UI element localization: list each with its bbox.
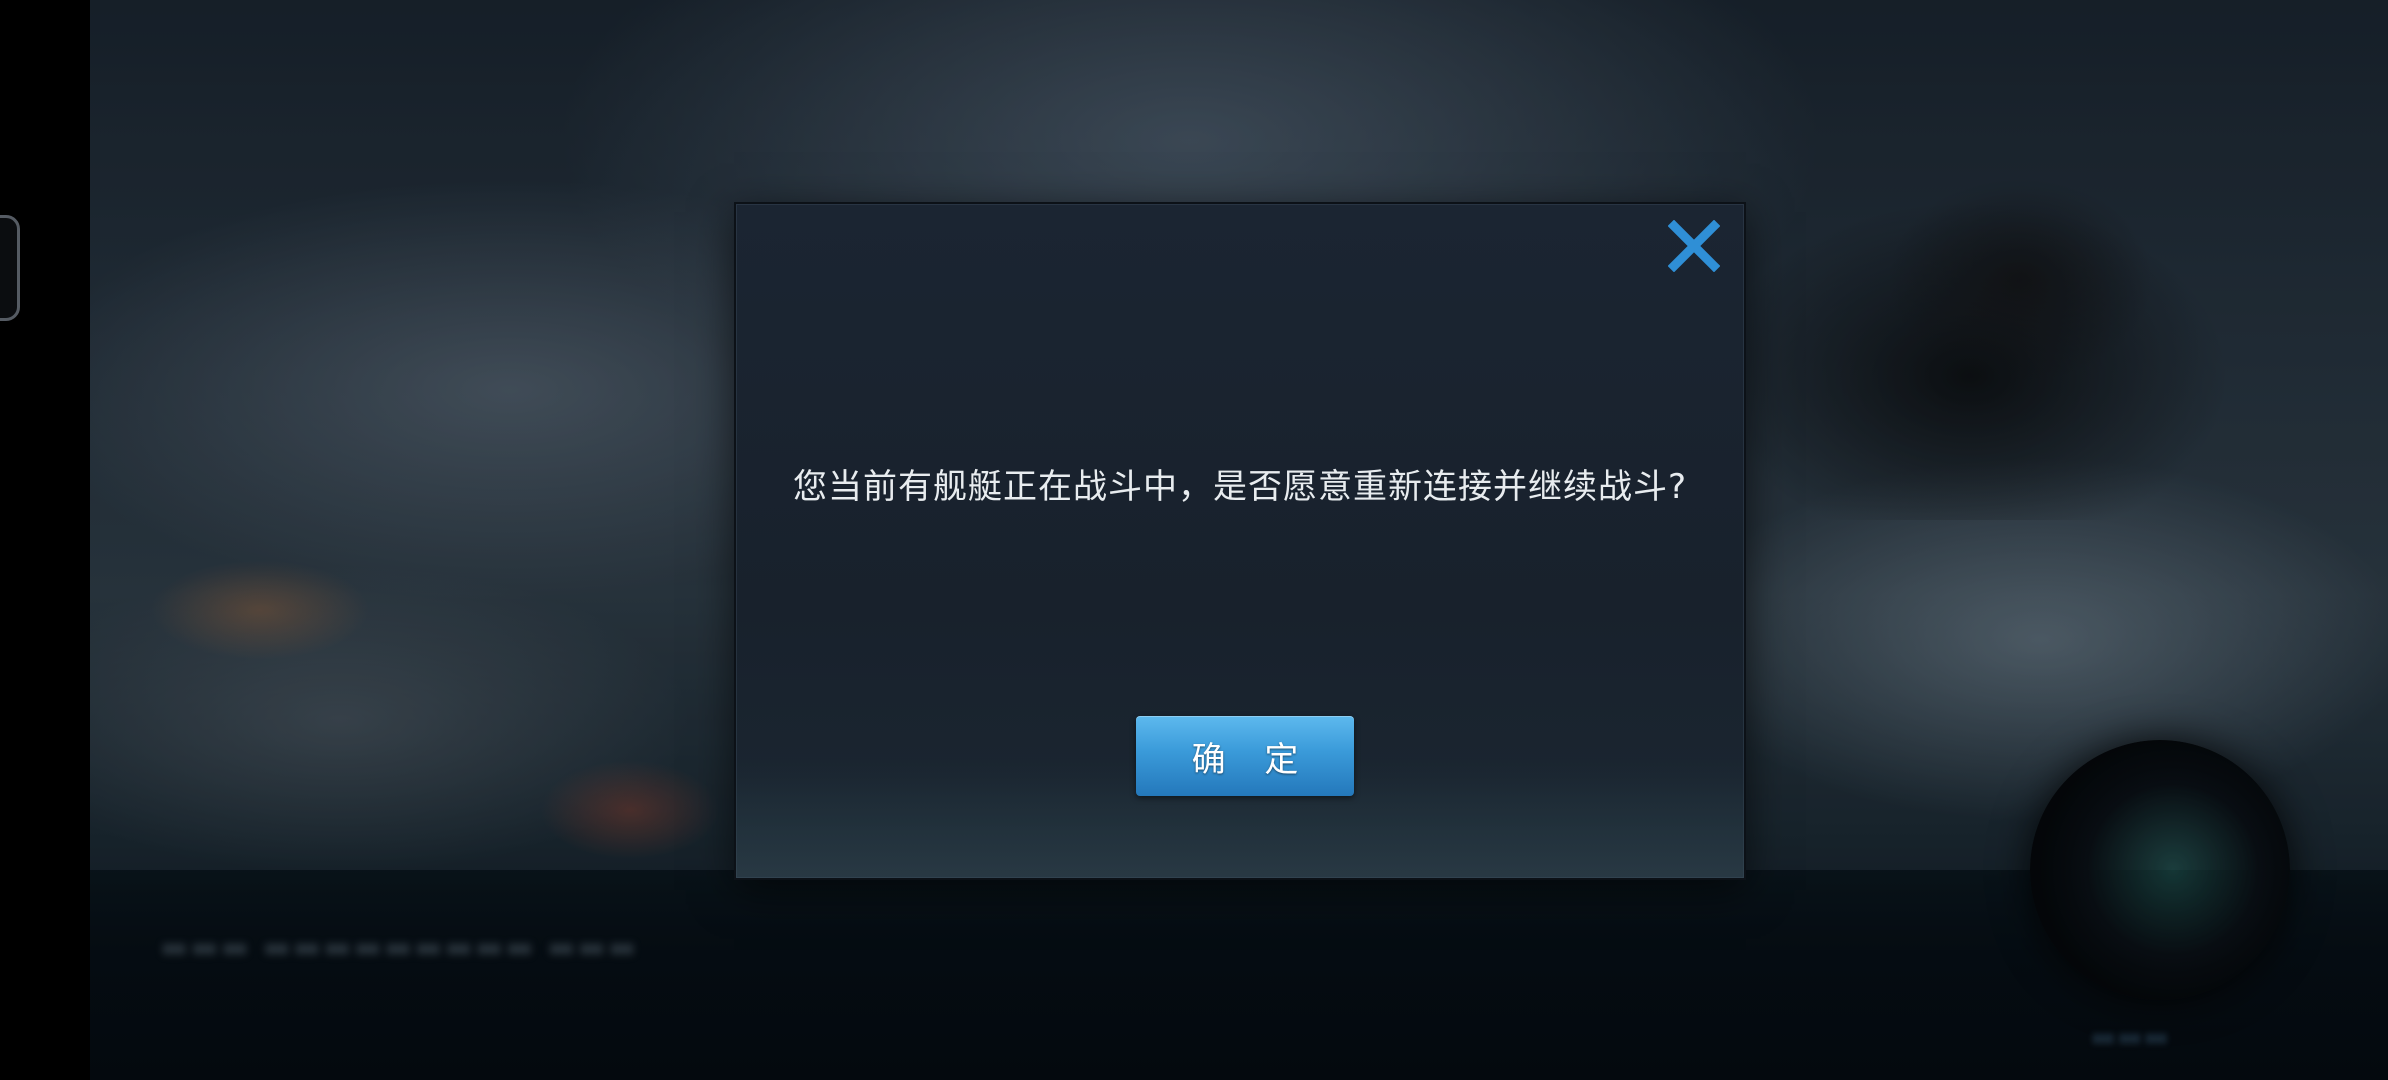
confirm-button[interactable]: 确 定 (1136, 716, 1354, 796)
close-button[interactable] (1664, 216, 1724, 276)
game-screen: ▬▬▬ ▬▬▬▬▬▬▬▬▬ ▬▬▬ ▬▬▬ 您当前有舰艇正在战斗中，是否愿意重新… (0, 0, 2388, 1080)
edge-panel-handle[interactable] (0, 215, 20, 321)
reconnect-dialog: 您当前有舰艇正在战斗中，是否愿意重新连接并继续战斗? 确 定 (734, 202, 1746, 880)
close-icon (1668, 220, 1720, 272)
dialog-message: 您当前有舰艇正在战斗中，是否愿意重新连接并继续战斗? (792, 467, 1688, 507)
device-left-bar (0, 0, 90, 1080)
